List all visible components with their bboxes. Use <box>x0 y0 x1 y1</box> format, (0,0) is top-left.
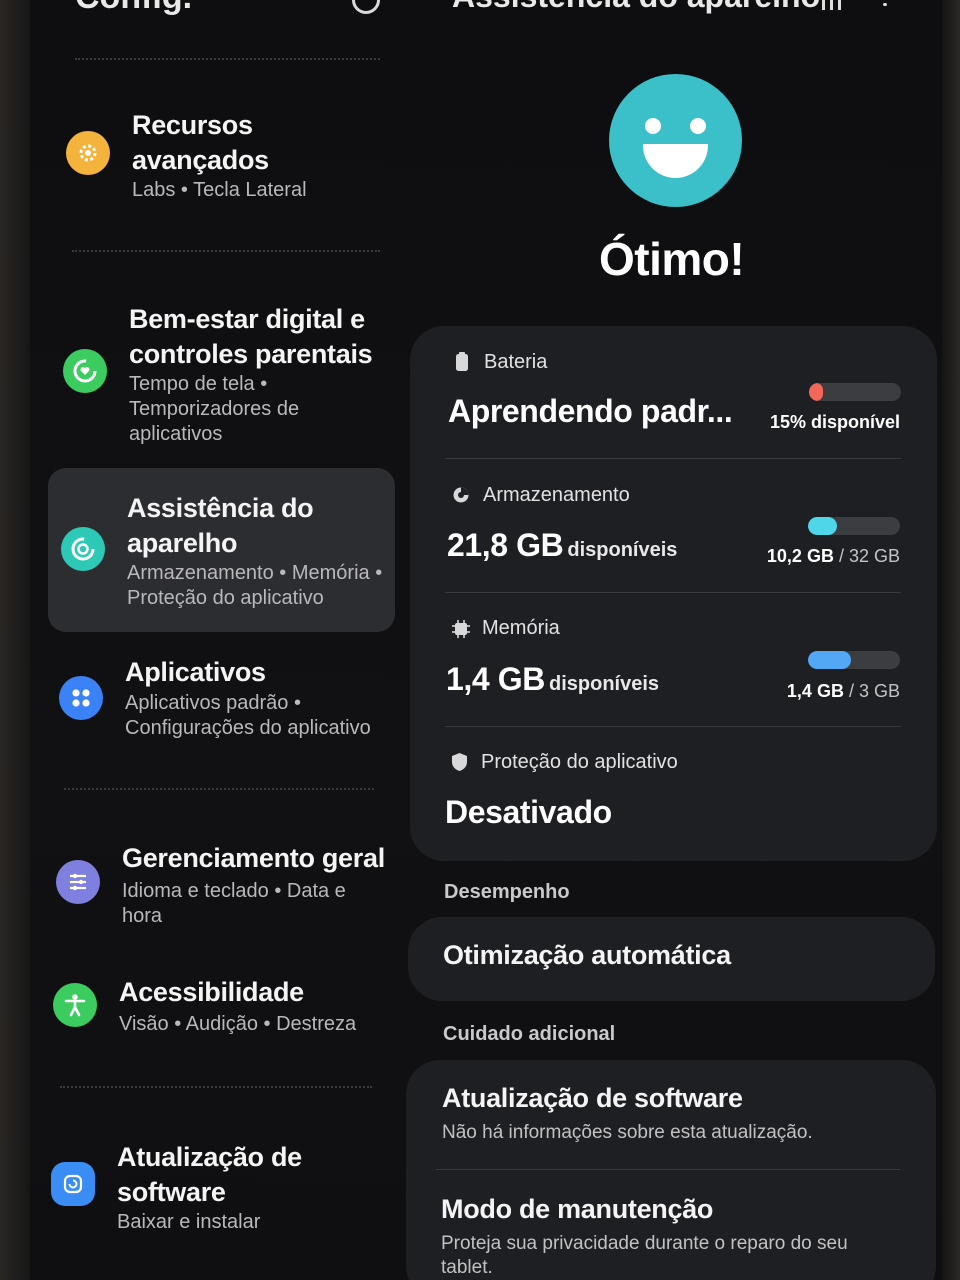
reports-icon[interactable] <box>822 0 848 10</box>
gear-icon <box>66 131 110 175</box>
battery-value: Aprendendo padr... <box>448 393 733 429</box>
smiley-icon <box>609 74 742 207</box>
app-protection-label: Proteção do aplicativo <box>481 751 678 773</box>
storage-unit: disponíveis <box>567 539 678 561</box>
memory-value: 1,4 GB <box>446 661 545 697</box>
memory-chip-icon <box>452 620 470 638</box>
software-update-subtitle: Não há informações sobre esta atualizaçã… <box>442 1122 813 1143</box>
additional-care-header: Cuidado adicional <box>443 1023 616 1045</box>
auto-optimization-label: Otimização automática <box>443 940 731 970</box>
performance-header: Desempenho <box>444 881 570 903</box>
page-title: Assistência do aparelho <box>452 0 820 15</box>
memory-usage: 1,4 GB / 3 GB <box>720 681 900 702</box>
battery-icon <box>456 352 468 371</box>
accessibility-icon <box>53 983 97 1027</box>
shield-icon <box>452 753 467 771</box>
sidebar-item-title: Acessibilidade <box>119 977 304 1007</box>
sidebar-item-subtitle: Armazenamento • Memória • Proteção do ap… <box>127 562 383 609</box>
screen: Config. Assistência do aparelho Recursos… <box>0 0 960 1280</box>
storage-value: 21,8 GB <box>447 527 564 563</box>
sidebar-item-subtitle: Idioma e teclado • Data e hora <box>122 880 346 927</box>
storage-total: / 32 GB <box>838 546 900 566</box>
sidebar-item-subtitle: Labs • Tecla Lateral <box>132 179 307 201</box>
storage-icon <box>453 487 469 503</box>
sidebar-item-subtitle: Tempo de tela • Temporizadores de aplica… <box>129 373 300 445</box>
row-divider <box>445 726 901 727</box>
more-options-icon[interactable] <box>883 0 887 6</box>
sidebar-item-subtitle: Aplicativos padrão • Configurações do ap… <box>125 692 371 739</box>
sidebar-item-title: Aplicativos <box>125 657 266 687</box>
storage-label: Armazenamento <box>483 484 630 506</box>
storage-value-line: 21,8 GB disponíveis <box>447 527 677 564</box>
memory-bar <box>808 651 900 669</box>
divider <box>60 1086 372 1088</box>
device-bezel-right <box>942 0 960 1280</box>
sidebar-item-title: Recursos avançados <box>132 110 269 175</box>
memory-unit: disponíveis <box>548 673 660 695</box>
maintenance-mode-title: Modo de manutenção <box>441 1194 714 1224</box>
device-status-label: Ótimo! <box>599 233 745 285</box>
wellbeing-icon <box>63 349 107 393</box>
software-update-title: Atualização de software <box>442 1083 743 1113</box>
device-care-icon <box>61 527 105 571</box>
battery-label: Bateria <box>484 351 548 373</box>
memory-bar-fill <box>808 651 852 669</box>
sidebar-item-title: Gerenciamento geral <box>122 843 385 873</box>
storage-usage: 10,2 GB / 32 GB <box>720 546 900 567</box>
search-icon[interactable] <box>352 0 380 14</box>
storage-bar-fill <box>808 517 838 535</box>
divider <box>75 58 380 60</box>
sidebar-item-subtitle: Visão • Audição • Destreza <box>119 1013 357 1035</box>
sidebar-item-title: Atualização de software <box>117 1142 302 1207</box>
storage-used: 10,2 GB <box>766 546 834 566</box>
maintenance-mode-subtitle: Proteja sua privacidade durante o reparo… <box>441 1233 848 1278</box>
memory-value-line: 1,4 GB disponíveis <box>446 661 659 698</box>
app-protection-value: Desativado <box>445 794 612 830</box>
memory-total: / 3 GB <box>848 681 900 701</box>
storage-bar <box>808 517 900 535</box>
divider <box>72 250 380 252</box>
sliders-icon <box>56 860 100 904</box>
divider <box>64 788 374 790</box>
memory-used: 1,4 GB <box>786 681 844 701</box>
sidebar-item-title: Bem-estar digital e controles parentais <box>129 304 373 369</box>
row-divider <box>445 592 901 593</box>
sidebar-item-title: Assistência do aparelho <box>127 493 314 558</box>
settings-title: Config. <box>75 0 192 17</box>
device-bezel-left <box>0 0 30 1280</box>
row-divider <box>445 458 901 459</box>
battery-bar-fill <box>809 383 823 401</box>
software-update-icon <box>51 1162 95 1206</box>
battery-available: 15% disponível <box>769 412 900 432</box>
row-divider <box>436 1169 900 1170</box>
apps-icon <box>59 676 103 720</box>
memory-label: Memória <box>482 617 560 639</box>
battery-bar <box>809 383 901 401</box>
sidebar-item-subtitle: Baixar e instalar <box>117 1211 261 1233</box>
